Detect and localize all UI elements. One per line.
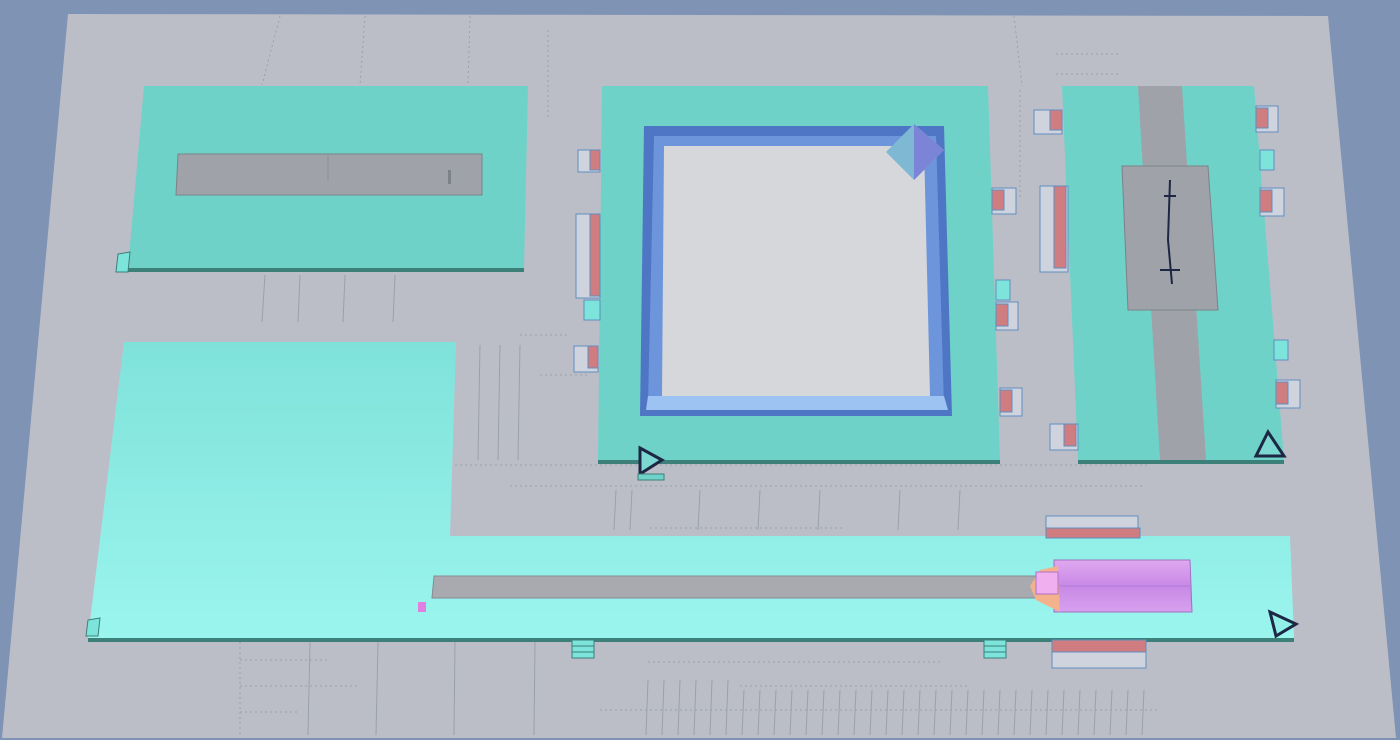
building-top-left[interactable]: [115, 86, 528, 273]
site-plan-scene[interactable]: [0, 0, 1400, 740]
entry-step: [115, 251, 131, 273]
entry-step-bottom: [85, 617, 101, 637]
building-right[interactable]: [1062, 86, 1287, 464]
pool-inner: [662, 146, 930, 396]
3d-viewport[interactable]: [0, 0, 1400, 740]
walkway-bottom: [431, 575, 1037, 599]
roof-strip-top-left: [175, 153, 483, 196]
pink-marker-small: [418, 602, 426, 612]
building-center[interactable]: [598, 86, 1000, 481]
